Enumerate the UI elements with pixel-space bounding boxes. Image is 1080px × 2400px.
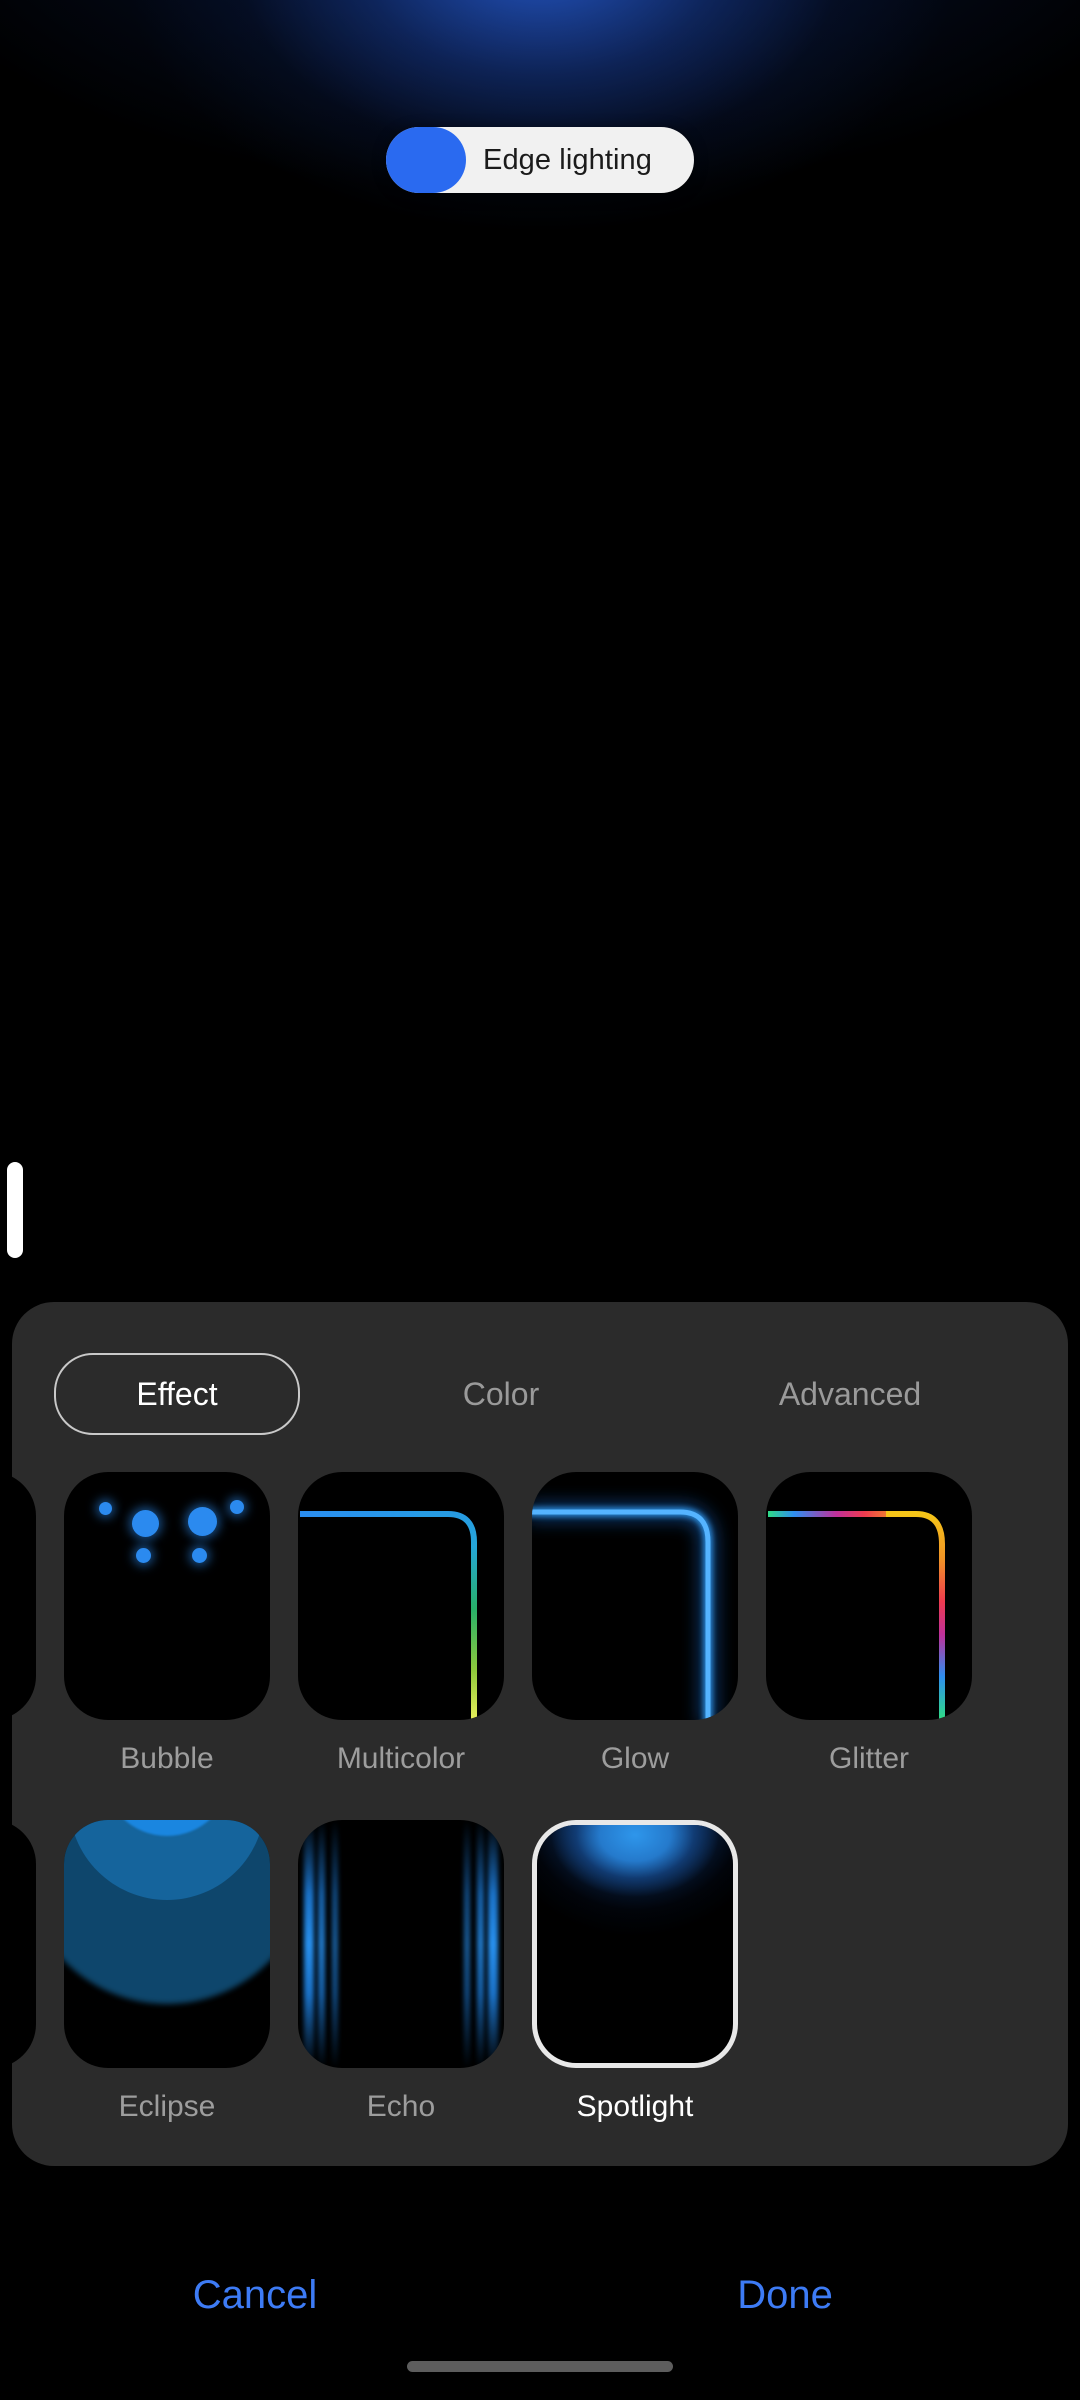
done-button[interactable]: Done (640, 2240, 930, 2350)
effect-item-partial[interactable] (12, 1820, 36, 2068)
effect-label-echo: Echo (366, 2090, 436, 2123)
effect-thumbnail-echo (298, 1820, 504, 2068)
tab-advanced[interactable]: Advanced (660, 1355, 1040, 1433)
effect-item-spotlight[interactable]: Spotlight (532, 1820, 738, 2124)
tab-effect-label: Effect (136, 1375, 218, 1412)
effect-thumbnail-eclipse (64, 1820, 270, 2068)
effect-thumbnail-glitter (766, 1472, 972, 1720)
effect-grid: Bubble Multicolor Glow Glitter Eclipse E… (12, 1472, 1068, 2166)
effect-item-partial[interactable] (12, 1472, 36, 1720)
phone-screen: Edge lighting Effect Color Advanced Bubb… (0, 0, 1080, 2400)
sheet-tab-bar: Effect Color Advanced (12, 1348, 1068, 1440)
eclipse-art-icon (64, 1820, 270, 2068)
tab-effect[interactable]: Effect (12, 1353, 342, 1435)
navigation-gesture-pill[interactable] (407, 2361, 673, 2372)
glitter-art-icon (768, 1511, 945, 1720)
edge-lighting-toggle[interactable]: Edge lighting (386, 127, 694, 193)
effect-thumbnail (12, 1472, 36, 1720)
tab-advanced-label: Advanced (778, 1375, 922, 1412)
effect-item-glitter[interactable]: Glitter (766, 1472, 972, 1776)
tab-color-label: Color (462, 1375, 540, 1412)
echo-art-icon (298, 1820, 504, 2068)
spotlight-art-icon (537, 1825, 733, 2063)
edge-panel-handle[interactable] (7, 1162, 23, 1258)
effect-thumbnail-bubble (64, 1472, 270, 1720)
effect-thumbnail (12, 1820, 36, 2068)
effect-picker-sheet: Effect Color Advanced Bubble Multicolor … (12, 1302, 1068, 2166)
effect-label-multicolor: Multicolor (336, 1742, 466, 1775)
effect-thumbnail-multicolor (298, 1472, 504, 1720)
effect-grid-row: Bubble Multicolor Glow Glitter (12, 1472, 1068, 1820)
effect-item-echo[interactable]: Echo (298, 1820, 504, 2124)
effect-grid-row: Eclipse Echo Spotlight (12, 1820, 1068, 2166)
bubble-art-icon (64, 1472, 270, 1720)
effect-item-eclipse[interactable]: Eclipse (64, 1820, 270, 2124)
effect-label-glitter: Glitter (828, 1742, 909, 1775)
cancel-button[interactable]: Cancel (110, 2240, 400, 2350)
effect-item-multicolor[interactable]: Multicolor (298, 1472, 504, 1776)
edge-lighting-preview-glow (0, 0, 1080, 640)
tab-color[interactable]: Color (342, 1355, 660, 1433)
effect-thumbnail-glow (532, 1472, 738, 1720)
edge-lighting-label: Edge lighting (483, 143, 652, 176)
sheet-actions: Cancel Done (0, 2240, 1080, 2350)
glow-art-icon (532, 1504, 716, 1720)
effect-item-glow[interactable]: Glow (532, 1472, 738, 1776)
effect-item-bubble[interactable]: Bubble (64, 1472, 270, 1776)
multicolor-art-icon (300, 1511, 477, 1720)
effect-label-eclipse: Eclipse (118, 2090, 216, 2123)
effect-label-spotlight: Spotlight (576, 2090, 694, 2123)
effect-thumbnail-spotlight (532, 1820, 738, 2068)
effect-label-bubble: Bubble (120, 1742, 214, 1775)
toggle-knob-icon (386, 127, 466, 193)
effect-label-glow: Glow (600, 1742, 670, 1775)
